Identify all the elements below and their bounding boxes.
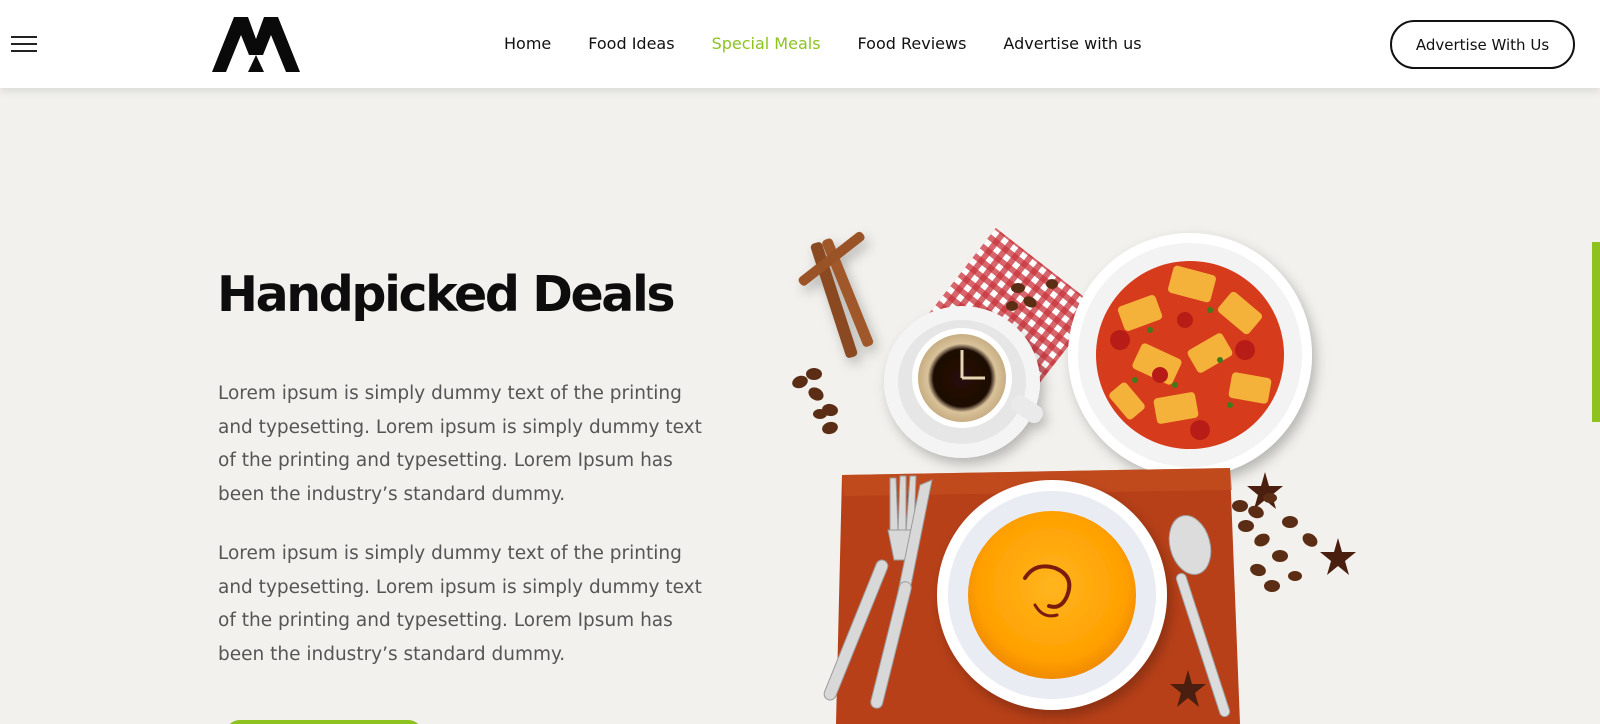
hero-paragraph-1: Lorem ipsum is simply dummy text of the … — [218, 383, 702, 505]
hero-title: Handpicked Deals — [217, 266, 676, 323]
pasta-plate — [1068, 233, 1312, 477]
nav-advertise[interactable]: Advertise with us — [1003, 34, 1141, 53]
coffee-beans-left — [792, 368, 838, 435]
hero-cta-button[interactable] — [225, 720, 423, 724]
nav-food-ideas[interactable]: Food Ideas — [588, 34, 674, 53]
scroll-indicator — [1592, 242, 1600, 422]
nav-home[interactable]: Home — [504, 34, 551, 53]
cinnamon-sticks — [798, 231, 874, 358]
main-nav: Home Food Ideas Special Meals Food Revie… — [504, 34, 1142, 53]
nav-food-reviews[interactable]: Food Reviews — [858, 34, 967, 53]
hamburger-menu-icon[interactable] — [11, 36, 37, 54]
site-header: Home Food Ideas Special Meals Food Revie… — [0, 0, 1600, 88]
nav-special-meals[interactable]: Special Meals — [712, 34, 821, 53]
brand-logo[interactable] — [212, 17, 300, 73]
soup-bowl — [937, 480, 1167, 710]
hero-paragraph-2: Lorem ipsum is simply dummy text of the … — [218, 543, 702, 665]
coffee-beans-right — [1232, 493, 1318, 592]
food-illustration — [792, 227, 1356, 724]
advertise-with-us-button[interactable]: Advertise With Us — [1390, 20, 1575, 69]
